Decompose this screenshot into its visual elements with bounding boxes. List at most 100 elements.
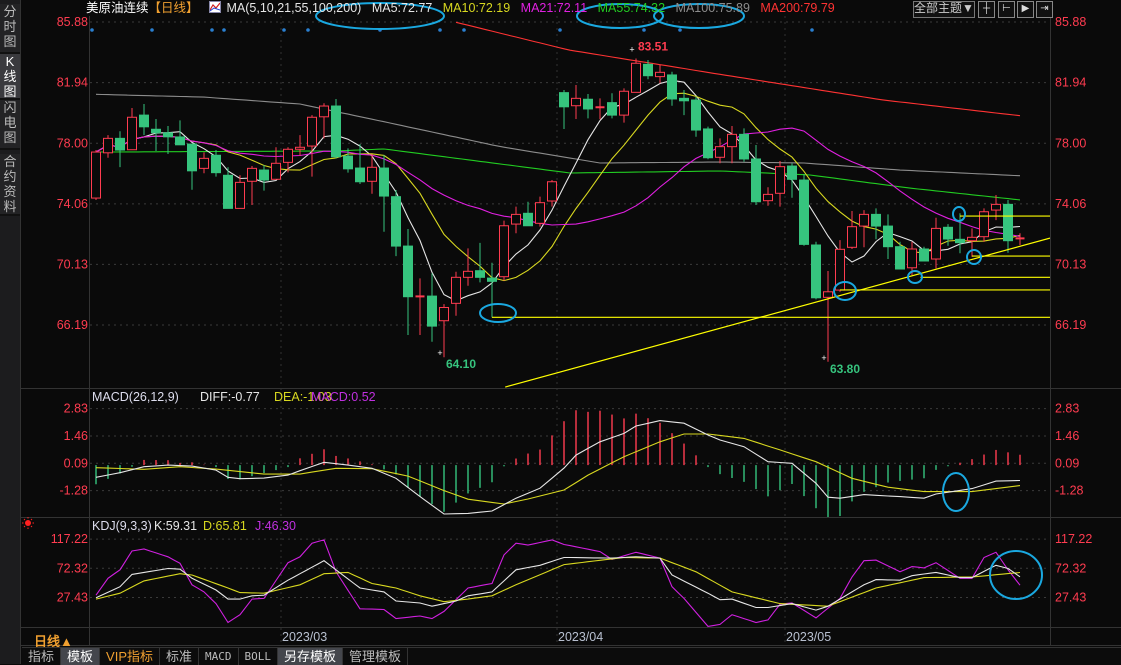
extreme-marker-cross: + [821, 353, 826, 363]
circle-trend-touch-2 [907, 270, 923, 284]
ma5-line [95, 79, 1021, 302]
price-pane: +83.51 +64.10 +63.80 [90, 21, 1050, 388]
candle-body [607, 102, 617, 116]
candle [811, 241, 821, 300]
candle-body [379, 167, 389, 197]
macd-value-label: MACD:0.52 [311, 390, 376, 404]
candle [775, 160, 785, 207]
candle-body [631, 62, 641, 93]
ma55-value: MA55:74.32 [597, 1, 666, 15]
candle [187, 143, 197, 190]
candle [163, 126, 173, 155]
extreme-price-label: 83.51 [638, 39, 668, 53]
tab-boll[interactable]: BOLL [239, 648, 279, 665]
tab-contract-info[interactable]: 合约资料 [0, 154, 20, 216]
theme-dropdown-button[interactable]: 全部主题▼ [913, 1, 975, 18]
extreme-price-label: 63.80 [830, 362, 860, 376]
candle-body [535, 202, 545, 224]
tab-indicators[interactable]: 指标 [22, 648, 62, 665]
macd-title: MACD(26,12,9) [92, 390, 179, 404]
candle-body [163, 132, 173, 138]
price-tick-left: 66.19 [57, 318, 88, 332]
candle-body [487, 277, 497, 282]
candle [583, 94, 593, 119]
price-tick-right: 78.00 [1055, 136, 1086, 150]
candle-body [799, 179, 809, 245]
macd-tick-left: 2.83 [64, 402, 88, 416]
tab-standard[interactable]: 标准 [160, 648, 200, 665]
tab-macd[interactable]: MACD [199, 648, 239, 665]
tab-flash-chart[interactable]: 闪电图 [0, 100, 20, 150]
candle [919, 246, 929, 262]
jump-to-end-icon[interactable]: ⇥ [1036, 1, 1053, 18]
ma100-value: MA100:75.89 [675, 1, 750, 15]
kdj-tick-left: 27.43 [57, 590, 88, 604]
candle [1015, 233, 1025, 246]
ma10-value: MA10:72.19 [442, 1, 511, 15]
candle-body [943, 226, 953, 240]
tab-save-template[interactable]: 另存模板 [278, 648, 344, 665]
candle [631, 58, 641, 93]
candle-body [463, 270, 473, 278]
candle-body [991, 203, 1001, 211]
candle-body [619, 90, 629, 116]
candle-body [907, 248, 917, 269]
candle-body [895, 246, 905, 270]
candle-body [283, 148, 293, 163]
price-tick-right: 81.94 [1055, 76, 1086, 90]
candle-body [691, 99, 701, 131]
tab-manage-templates[interactable]: 管理模板 [343, 648, 409, 665]
candle [667, 71, 677, 106]
candle [259, 164, 269, 191]
candle-body [859, 213, 869, 227]
candle-body [151, 128, 161, 134]
tab-time-sharing[interactable]: 分时图 [0, 4, 20, 54]
pane-borders [20, 16, 1121, 646]
candle-body [811, 244, 821, 299]
candle-body [139, 114, 149, 128]
price-tick-right: 85.88 [1055, 15, 1086, 29]
candle-body [871, 213, 881, 227]
candle [199, 152, 209, 174]
bottom-tab-bar: 指标 模板 VIP指标 标准 MACD BOLL 另存模板 管理模板 [22, 647, 1121, 665]
ma200-line [455, 21, 1021, 117]
event-marker-dot [810, 28, 814, 32]
candle [931, 217, 941, 269]
date-tick-label: 2023/05 [786, 630, 831, 644]
crosshair-icon[interactable]: ┼ [978, 1, 995, 18]
candle-body [271, 162, 281, 180]
dea-line [95, 433, 1021, 505]
candle [139, 104, 149, 136]
kdj-j-label: J:46.30 [255, 519, 296, 533]
kdj-tick-right: 117.22 [1055, 532, 1092, 546]
candle-body [919, 248, 929, 262]
diff-line [95, 420, 1021, 515]
range-select-icon[interactable]: ⊢ [998, 1, 1015, 18]
macd-tick-left: -1.28 [60, 484, 89, 498]
candle [751, 144, 761, 205]
indicator-sun-icon[interactable] [22, 517, 34, 529]
candle-body [787, 165, 797, 180]
tab-templates[interactable]: 模板 [61, 648, 101, 665]
candle-body [775, 166, 785, 194]
ma200-value: MA200:79.79 [760, 1, 835, 15]
candle [511, 206, 521, 234]
candle-body [643, 63, 653, 77]
candle [91, 150, 101, 201]
candle-body [211, 154, 221, 174]
tab-vip-indicators[interactable]: VIP指标 [100, 648, 160, 665]
macd-diff-label: DIFF:-0.77 [200, 390, 260, 404]
event-marker-dot [462, 28, 466, 32]
candle-body [403, 245, 413, 298]
tab-kline[interactable]: K线图 [0, 54, 20, 100]
chart-canvas[interactable]: 85.88 85.88 81.94 81.94 78.00 78.00 74.06 74.06… [0, 0, 1121, 664]
ma21-value: MA21:72.11 [520, 1, 588, 15]
candle [115, 131, 125, 168]
candle [859, 210, 869, 248]
play-forward-icon[interactable]: ▶ [1017, 1, 1034, 18]
candle-body [823, 291, 833, 298]
candle-body [427, 295, 437, 327]
candle-body [727, 133, 737, 148]
ma-chart-icon[interactable] [209, 1, 222, 13]
candle [979, 208, 989, 242]
